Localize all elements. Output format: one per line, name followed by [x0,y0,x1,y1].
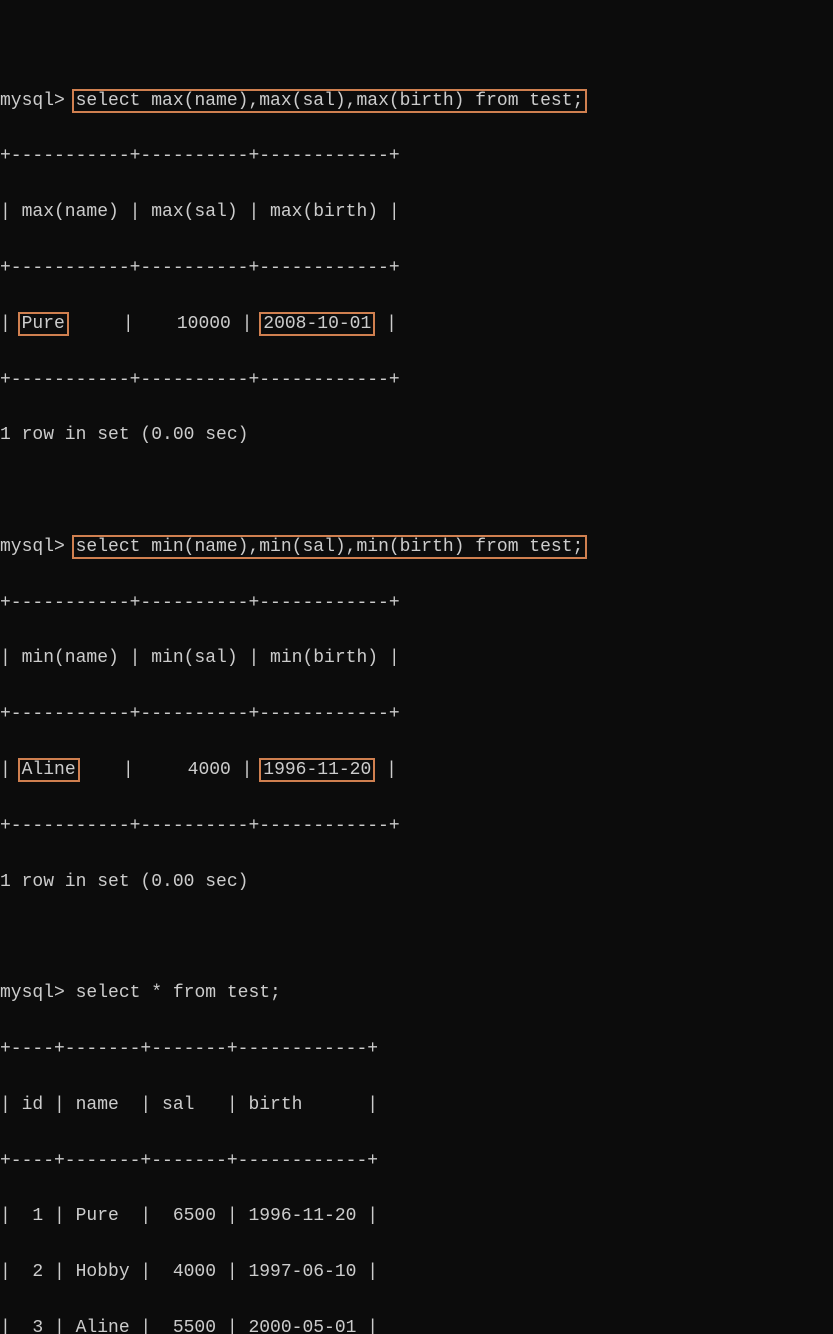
prompt: mysql> [0,91,76,111]
query2-row: | Aline | 4000 | 1996-11-20 | [0,757,833,785]
query2-sep-bot: +-----------+----------+------------+ [0,813,833,841]
query2-command: mysql> select min(name),min(sal),min(bir… [0,534,833,562]
query1-sep-bot: +-----------+----------+------------+ [0,367,833,395]
query2-minbirth: 1996-11-20 [259,758,375,782]
query1-command: mysql> select max(name),max(sal),max(bir… [0,88,833,116]
table-row: | 2 | Hobby | 4000 | 1997-06-10 | [0,1259,833,1287]
query1-row: | Pure | 10000 | 2008-10-01 | [0,311,833,339]
query2-sep-mid: +-----------+----------+------------+ [0,701,833,729]
query1-sep-mid: +-----------+----------+------------+ [0,255,833,283]
query1-sep-top: +-----------+----------+------------+ [0,143,833,171]
query1-rowmid: | 10000 | [69,314,263,334]
prompt: mysql> [0,983,76,1003]
query2-minname: Aline [18,758,80,782]
blank2 [0,924,833,952]
blank1 [0,478,833,506]
query1-maxbirth: 2008-10-01 [259,312,375,336]
query2-status: 1 row in set (0.00 sec) [0,869,833,897]
table-row: | 3 | Aline | 5500 | 2000-05-01 | [0,1315,833,1334]
query1-header: | max(name) | max(sal) | max(birth) | [0,199,833,227]
query1-status: 1 row in set (0.00 sec) [0,422,833,450]
query2-sep-top: +-----------+----------+------------+ [0,590,833,618]
query1-sql: select max(name),max(sal),max(birth) fro… [72,89,588,113]
query3-header: | id | name | sal | birth | [0,1092,833,1120]
table-row: | 1 | Pure | 6500 | 1996-11-20 | [0,1203,833,1231]
prompt: mysql> [0,537,76,557]
query3-sep-mid: +----+-------+-------+------------+ [0,1148,833,1176]
query2-rowend: | [375,760,397,780]
query3-sep-top: +----+-------+-------+------------+ [0,1036,833,1064]
query2-rowmid: | 4000 | [80,760,264,780]
query3-command: mysql> select * from test; [0,980,833,1008]
query1-rowend: | [375,314,397,334]
query2-header: | min(name) | min(sal) | min(birth) | [0,645,833,673]
query1-maxname: Pure [18,312,69,336]
query2-sql: select min(name),min(sal),min(birth) fro… [72,535,588,559]
query3-sql: select * from test; [76,983,281,1003]
